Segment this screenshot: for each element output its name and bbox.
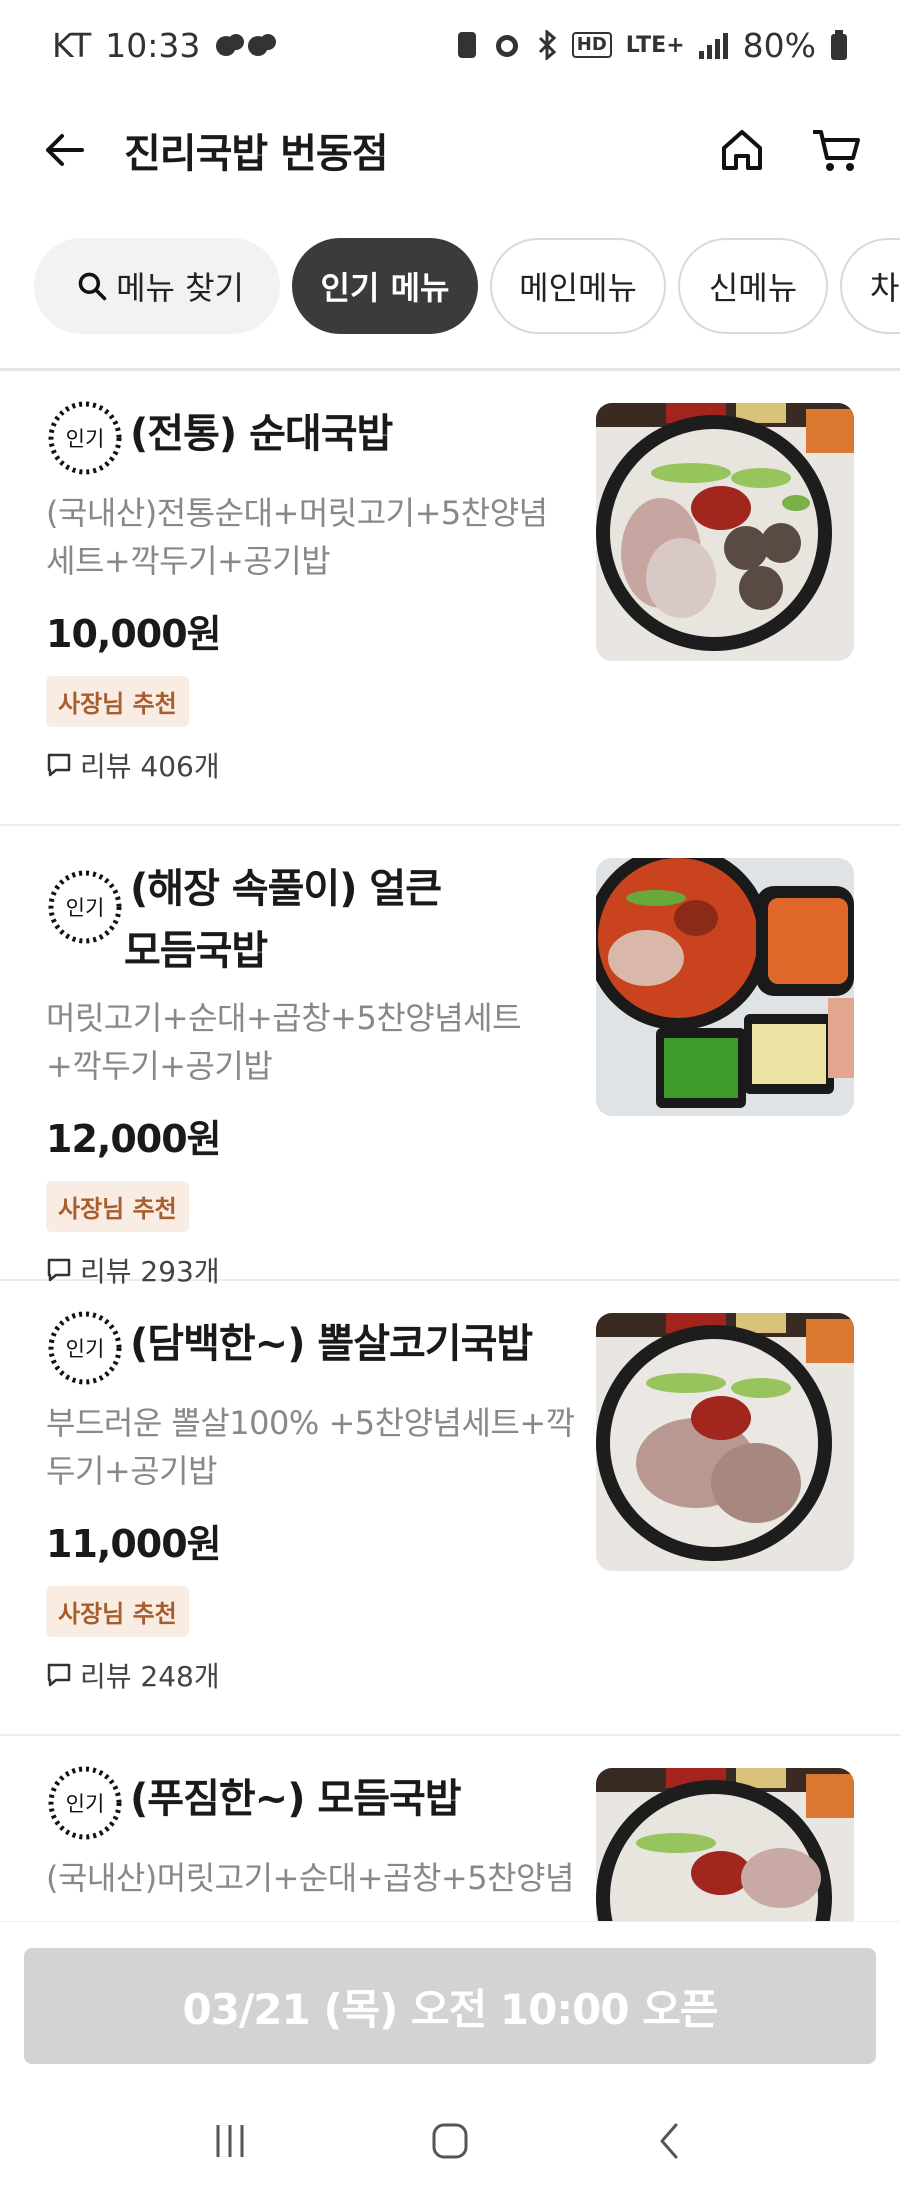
menu-item-description: 부드러운 뽈살100% +5찬양념세트+깍두기+공기밥: [46, 1404, 575, 1490]
back-nav-button[interactable]: [650, 2121, 690, 2165]
category-chips: 메뉴 찾기 인기 메뉴 메인메뉴 신메뉴 차: [0, 238, 900, 338]
review-bubble-icon: [47, 1663, 71, 1687]
popular-badge-icon: 인기: [48, 1766, 122, 1840]
chip-label: 신메뉴: [708, 269, 798, 307]
home-button[interactable]: [712, 120, 772, 180]
menu-item-name: (담백한~) 뽈살코기국밥: [130, 1321, 533, 1367]
status-bar: KT 10:33 HD LTE+ 80%: [0, 0, 900, 90]
bluetooth-icon: [536, 30, 558, 60]
search-chip-label: 메뉴 찾기: [116, 269, 244, 307]
svg-text:인기: 인기: [66, 1792, 105, 1816]
alarm-icon: [492, 30, 522, 60]
recommend-badge: 사장님 추천: [46, 1181, 189, 1232]
recent-apps-button[interactable]: [210, 2121, 250, 2165]
menu-item-name-line2: 모듬국밥: [124, 928, 268, 974]
menu-search-chip[interactable]: 메뉴 찾기: [34, 238, 280, 334]
popular-badge-icon: 인기: [48, 1311, 122, 1385]
menu-item-photo: [596, 1313, 854, 1571]
back-nav-icon: [660, 2123, 678, 2158]
popular-badge-icon: 인기: [48, 401, 122, 475]
screen: KT 10:33 HD LTE+ 80% 진리국밥 번동점 메뉴 찾기 인기 메…: [0, 0, 900, 2200]
menu-item-photo: [596, 1768, 854, 1921]
weather-icon: [214, 30, 280, 60]
back-button[interactable]: [34, 120, 94, 180]
battery-label: 80%: [742, 25, 816, 65]
app-header: 진리국밥 번동점: [0, 90, 900, 210]
review-bubble-icon: [47, 753, 71, 777]
chip-more[interactable]: 차: [840, 238, 900, 334]
back-arrow-icon: [46, 134, 84, 166]
svg-text:인기: 인기: [66, 1337, 105, 1361]
menu-item-name: (해장 속풀이) 얼큰: [130, 866, 442, 912]
recent-apps-icon: [216, 2124, 244, 2157]
clock: 10:33: [105, 25, 201, 65]
menu-list[interactable]: 인기 (전통) 순대국밥 (국내산)전통순대+머릿고기+5찬양념세트+깍두기+공…: [0, 371, 900, 1921]
recommend-badge: 사장님 추천: [46, 676, 189, 727]
menu-item[interactable]: 인기 (푸짐한~) 모듬국밥 (국내산)머릿고기+순대+곱창+5찬양념: [0, 1736, 900, 1921]
menu-item-description: (국내산)전통순대+머릿고기+5찬양념세트+깍두기+공기밥: [46, 494, 548, 580]
cart-button[interactable]: [806, 120, 866, 180]
cart-icon: [813, 130, 860, 171]
chip-label: 인기 메뉴: [320, 269, 450, 307]
recommend-badge: 사장님 추천: [46, 1586, 189, 1637]
menu-item-photo: [596, 858, 854, 1116]
home-icon: [722, 130, 762, 170]
open-schedule-button[interactable]: 03/21 (목) 오전 10:00 오픈: [24, 1948, 876, 2064]
carrier-label: KT: [52, 25, 92, 65]
review-bubble-icon: [47, 1258, 71, 1282]
review-label: 리뷰 406개: [80, 750, 220, 783]
svg-text:인기: 인기: [66, 896, 105, 920]
network-label: LTE+: [625, 32, 685, 58]
system-nav-bar: [0, 2085, 900, 2200]
menu-item[interactable]: 인기 (담백한~) 뽈살코기국밥 부드러운 뽈살100% +5찬양념세트+깍두기…: [0, 1281, 900, 1736]
menu-item[interactable]: 인기 (해장 속풀이) 얼큰 모듬국밥 머릿고기+순대+곱창+5찬양념세트+깍두…: [0, 826, 900, 1288]
chip-main-menu[interactable]: 메인메뉴: [490, 238, 666, 334]
hd-icon: HD: [571, 32, 612, 58]
review-count: 리뷰 248개: [46, 1655, 866, 1737]
popular-badge-icon: 인기: [48, 870, 122, 944]
menu-item-price: 12,000원: [46, 1117, 222, 1161]
menu-item-description: 머릿고기+순대+곱창+5찬양념세트+깍두기+공기밥: [46, 999, 522, 1085]
svg-text:인기: 인기: [66, 427, 105, 451]
chip-popular-menu[interactable]: 인기 메뉴: [292, 238, 478, 334]
home-nav-button[interactable]: [430, 2121, 470, 2165]
menu-item-photo: [596, 403, 854, 661]
menu-item-name: (전통) 순대국밥: [130, 411, 393, 457]
signal-icon: [698, 31, 729, 59]
battery-icon: [830, 30, 848, 60]
menu-item-name: (푸짐한~) 모듬국밥: [130, 1776, 462, 1822]
chip-label: 차: [870, 269, 900, 307]
page-title: 진리국밥 번동점: [124, 131, 389, 177]
bottom-bar: 03/21 (목) 오전 10:00 오픈: [0, 1921, 900, 2081]
chip-label: 메인메뉴: [519, 269, 637, 307]
menu-item[interactable]: 인기 (전통) 순대국밥 (국내산)전통순대+머릿고기+5찬양념세트+깍두기+공…: [0, 371, 900, 826]
review-label: 리뷰 248개: [80, 1660, 220, 1693]
home-nav-icon: [432, 2123, 468, 2158]
review-count: 리뷰 406개: [46, 745, 866, 827]
battery-saver-icon: [456, 30, 478, 60]
menu-item-description: (국내산)머릿고기+순대+곱창+5찬양념: [46, 1859, 574, 1897]
search-icon: [78, 272, 107, 301]
chip-new-menu[interactable]: 신메뉴: [678, 238, 828, 334]
